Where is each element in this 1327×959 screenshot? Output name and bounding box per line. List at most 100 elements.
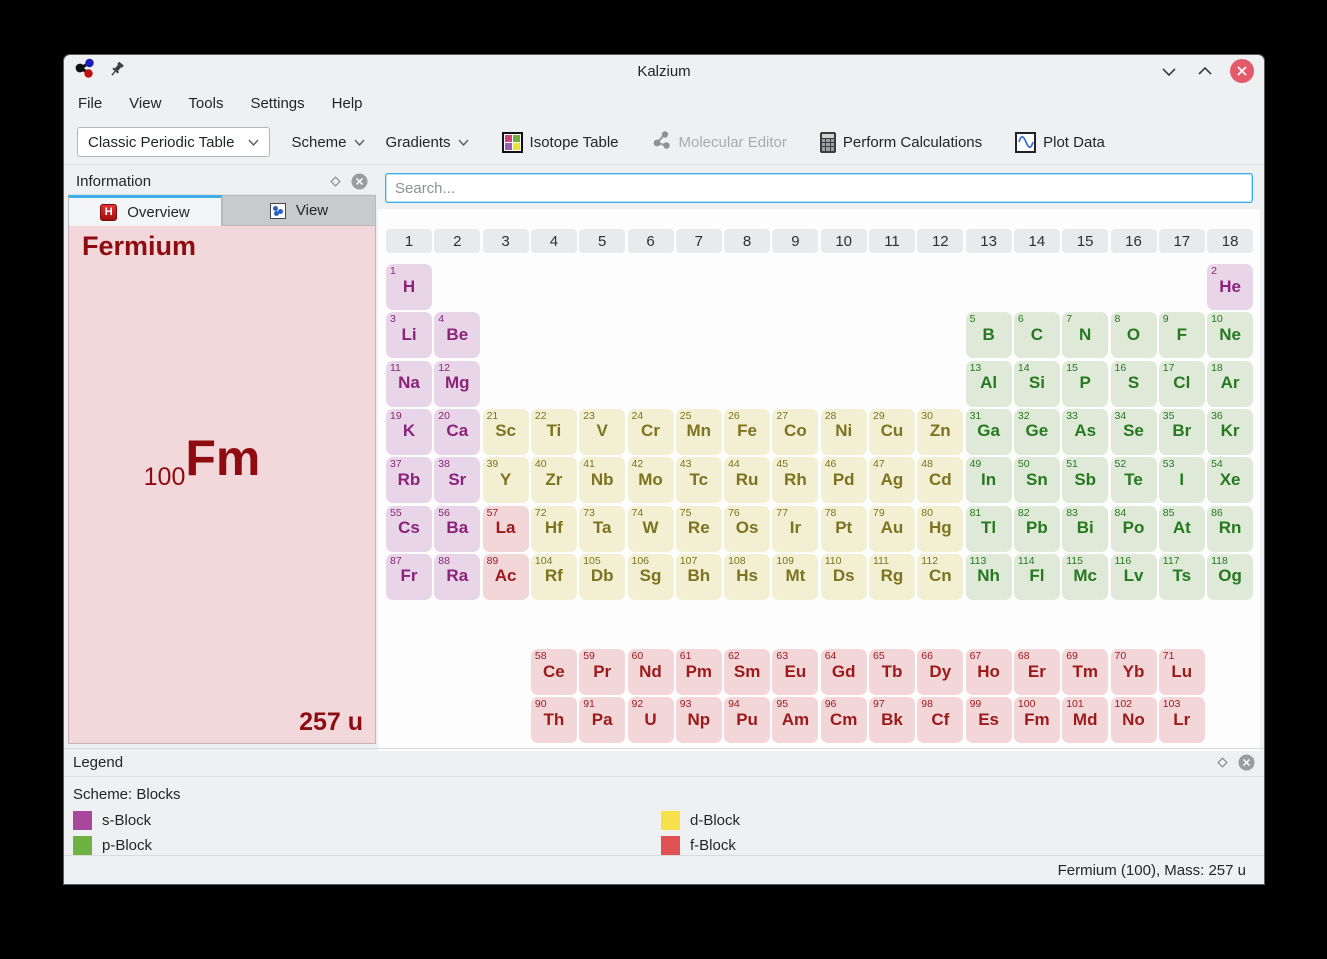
element-mt[interactable]: 109Mt (772, 554, 818, 600)
group-number-15[interactable]: 15 (1062, 229, 1108, 253)
group-number-16[interactable]: 16 (1111, 229, 1157, 253)
element-v[interactable]: 23V (579, 409, 625, 455)
tab-view[interactable]: View (222, 195, 376, 226)
element-re[interactable]: 75Re (676, 506, 722, 552)
element-ge[interactable]: 32Ge (1014, 409, 1060, 455)
element-si[interactable]: 14Si (1014, 361, 1060, 407)
element-am[interactable]: 95Am (772, 697, 818, 743)
element-p[interactable]: 15P (1062, 361, 1108, 407)
element-sm[interactable]: 62Sm (724, 649, 770, 695)
group-number-18[interactable]: 18 (1207, 229, 1253, 253)
element-f[interactable]: 9F (1159, 312, 1205, 358)
float-panel-icon[interactable] (1217, 757, 1228, 768)
group-number-17[interactable]: 17 (1159, 229, 1205, 253)
element-tl[interactable]: 81Tl (966, 506, 1012, 552)
element-nb[interactable]: 41Nb (579, 457, 625, 503)
element-db[interactable]: 105Db (579, 554, 625, 600)
element-fe[interactable]: 26Fe (724, 409, 770, 455)
element-ba[interactable]: 56Ba (434, 506, 480, 552)
element-sg[interactable]: 106Sg (628, 554, 674, 600)
element-au[interactable]: 79Au (869, 506, 915, 552)
element-yb[interactable]: 70Yb (1111, 649, 1157, 695)
element-ne[interactable]: 10Ne (1207, 312, 1253, 358)
element-er[interactable]: 68Er (1014, 649, 1060, 695)
element-rn[interactable]: 86Rn (1207, 506, 1253, 552)
element-i[interactable]: 53I (1159, 457, 1205, 503)
element-cr[interactable]: 24Cr (628, 409, 674, 455)
element-mg[interactable]: 12Mg (434, 361, 480, 407)
element-eu[interactable]: 63Eu (772, 649, 818, 695)
perform-calculations-button[interactable]: Perform Calculations (820, 132, 982, 153)
element-np[interactable]: 93Np (676, 697, 722, 743)
element-po[interactable]: 84Po (1111, 506, 1157, 552)
close-panel-icon[interactable] (1238, 754, 1255, 771)
element-md[interactable]: 101Md (1062, 697, 1108, 743)
element-he[interactable]: 2He (1207, 264, 1253, 310)
search-input[interactable] (385, 173, 1253, 203)
element-ga[interactable]: 31Ga (966, 409, 1012, 455)
element-tm[interactable]: 69Tm (1062, 649, 1108, 695)
element-pu[interactable]: 94Pu (724, 697, 770, 743)
element-y[interactable]: 39Y (483, 457, 529, 503)
float-panel-icon[interactable] (330, 176, 341, 187)
element-tc[interactable]: 43Tc (676, 457, 722, 503)
element-ru[interactable]: 44Ru (724, 457, 770, 503)
element-rh[interactable]: 45Rh (772, 457, 818, 503)
element-hf[interactable]: 72Hf (531, 506, 577, 552)
element-k[interactable]: 19K (386, 409, 432, 455)
menu-file[interactable]: File (78, 95, 102, 112)
group-number-4[interactable]: 4 (531, 229, 577, 253)
element-es[interactable]: 99Es (966, 697, 1012, 743)
element-cn[interactable]: 112Cn (917, 554, 963, 600)
close-panel-icon[interactable] (351, 173, 368, 190)
table-type-select[interactable]: Classic Periodic Table (77, 127, 270, 157)
group-number-10[interactable]: 10 (821, 229, 867, 253)
group-number-11[interactable]: 11 (869, 229, 915, 253)
element-hg[interactable]: 80Hg (917, 506, 963, 552)
element-as[interactable]: 33As (1062, 409, 1108, 455)
element-th[interactable]: 90Th (531, 697, 577, 743)
element-br[interactable]: 35Br (1159, 409, 1205, 455)
element-sr[interactable]: 38Sr (434, 457, 480, 503)
element-pt[interactable]: 78Pt (821, 506, 867, 552)
gradients-menu-button[interactable]: Gradients (386, 134, 469, 151)
element-ca[interactable]: 20Ca (434, 409, 480, 455)
plot-data-button[interactable]: Plot Data (1015, 132, 1105, 153)
element-mn[interactable]: 25Mn (676, 409, 722, 455)
element-h[interactable]: 1H (386, 264, 432, 310)
element-s[interactable]: 16S (1111, 361, 1157, 407)
element-ni[interactable]: 28Ni (821, 409, 867, 455)
element-u[interactable]: 92U (628, 697, 674, 743)
close-button[interactable] (1230, 59, 1254, 83)
element-zr[interactable]: 40Zr (531, 457, 577, 503)
group-number-3[interactable]: 3 (483, 229, 529, 253)
group-number-12[interactable]: 12 (917, 229, 963, 253)
element-tb[interactable]: 65Tb (869, 649, 915, 695)
element-cm[interactable]: 96Cm (821, 697, 867, 743)
element-o[interactable]: 8O (1111, 312, 1157, 358)
element-hs[interactable]: 108Hs (724, 554, 770, 600)
element-mc[interactable]: 115Mc (1062, 554, 1108, 600)
group-number-7[interactable]: 7 (676, 229, 722, 253)
element-bk[interactable]: 97Bk (869, 697, 915, 743)
element-ag[interactable]: 47Ag (869, 457, 915, 503)
element-se[interactable]: 34Se (1111, 409, 1157, 455)
element-fr[interactable]: 87Fr (386, 554, 432, 600)
element-la[interactable]: 57La (483, 506, 529, 552)
element-kr[interactable]: 36Kr (1207, 409, 1253, 455)
element-lv[interactable]: 116Lv (1111, 554, 1157, 600)
element-rf[interactable]: 104Rf (531, 554, 577, 600)
element-nd[interactable]: 60Nd (628, 649, 674, 695)
tab-overview[interactable]: H Overview (68, 195, 222, 226)
element-ta[interactable]: 73Ta (579, 506, 625, 552)
element-os[interactable]: 76Os (724, 506, 770, 552)
element-li[interactable]: 3Li (386, 312, 432, 358)
group-number-1[interactable]: 1 (386, 229, 432, 253)
element-sn[interactable]: 50Sn (1014, 457, 1060, 503)
element-na[interactable]: 11Na (386, 361, 432, 407)
group-number-9[interactable]: 9 (772, 229, 818, 253)
element-w[interactable]: 74W (628, 506, 674, 552)
scheme-menu-button[interactable]: Scheme (291, 134, 364, 151)
element-al[interactable]: 13Al (966, 361, 1012, 407)
maximize-button[interactable] (1194, 60, 1216, 82)
